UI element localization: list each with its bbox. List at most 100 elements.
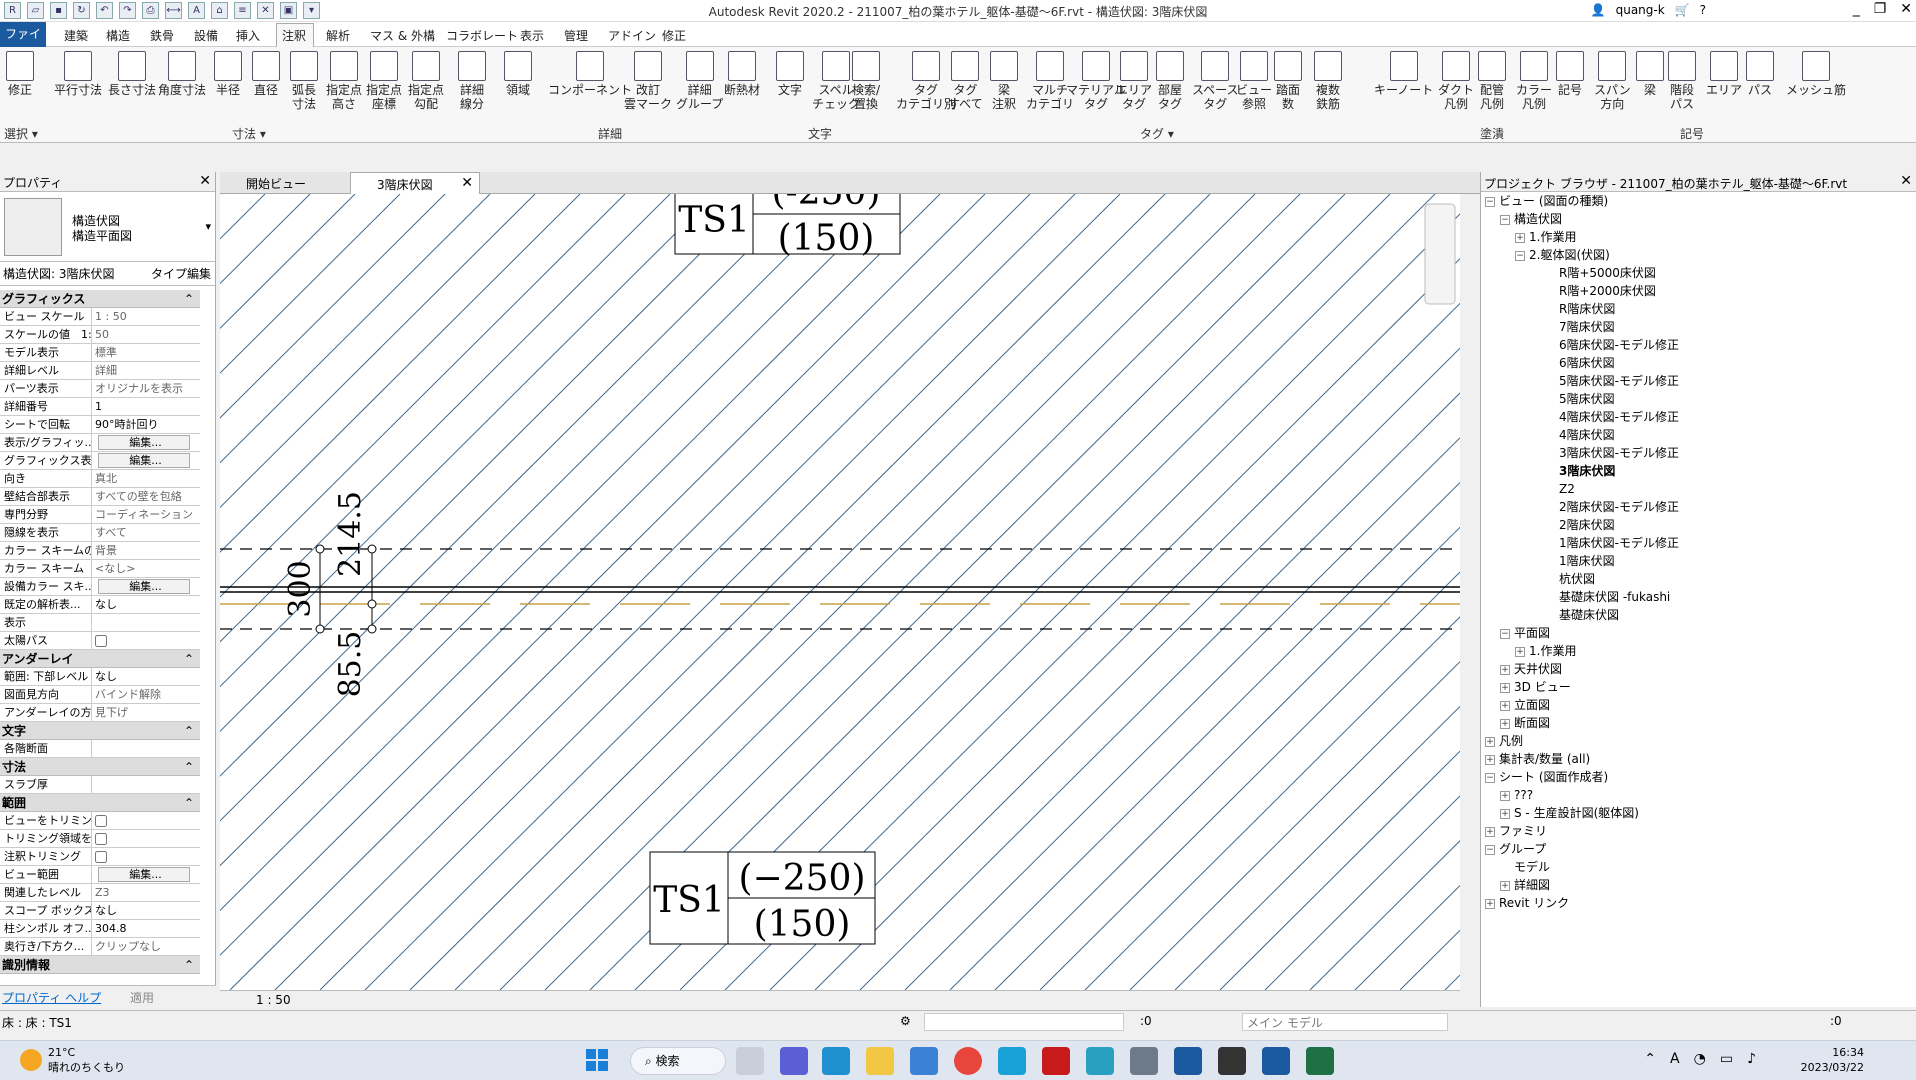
type-selector[interactable]: 構造伏図 構造平面図 ▾ [0, 192, 215, 262]
expand-icon[interactable]: + [1515, 232, 1525, 243]
ribbon-button-39[interactable]: パス [1746, 51, 1774, 97]
property-value[interactable]: 50 [92, 326, 200, 343]
edit-button[interactable]: 編集... [98, 579, 190, 594]
revit-logo-icon[interactable]: R [4, 2, 21, 19]
tree-item[interactable]: R階+2000床伏図 [1485, 282, 1679, 300]
save-icon[interactable]: ▪ [50, 2, 67, 19]
tree-item[interactable]: R階床伏図 [1485, 300, 1679, 318]
slab-tag-bottom[interactable]: TS1 (−250) (150) [649, 851, 876, 945]
design-option-selector[interactable]: メイン モデル [1242, 1013, 1448, 1031]
ribbon-button-2[interactable]: 長さ寸法 [108, 51, 156, 97]
tree-item[interactable]: +1.作業用 [1485, 228, 1679, 246]
tab-addins[interactable]: アドイン [608, 27, 656, 44]
chevron-up-icon[interactable]: ⌃ [1644, 1051, 1656, 1067]
expand-icon[interactable]: + [1500, 700, 1510, 711]
property-section[interactable]: 範囲 [0, 794, 200, 812]
minimize-button[interactable]: _ [1853, 1, 1860, 17]
tree-item[interactable]: + 立面図 [1485, 696, 1679, 714]
expand-icon[interactable]: + [1485, 898, 1495, 909]
property-section[interactable]: アンダーレイ [0, 650, 200, 668]
tree-item[interactable]: 5階床伏図-モデル修正 [1485, 372, 1679, 390]
revit-2-icon[interactable] [1262, 1047, 1290, 1075]
property-value[interactable]: 詳細 [92, 362, 200, 379]
file-explorer-icon[interactable] [866, 1047, 894, 1075]
undo-icon[interactable]: ↶ [96, 2, 113, 19]
tree-item[interactable]: + 天井伏図 [1485, 660, 1679, 678]
ribbon-button-29[interactable]: 複数 鉄筋 [1314, 51, 1342, 111]
ribbon-button-9[interactable]: 指定点 勾配 [408, 51, 444, 111]
excel-icon[interactable] [1306, 1047, 1334, 1075]
task-view-icon[interactable] [736, 1047, 764, 1075]
chevron-down-icon[interactable]: ▾ [205, 220, 211, 233]
property-value[interactable]: <なし> [92, 560, 200, 577]
tab-analyze[interactable]: 解析 [326, 27, 350, 44]
property-value[interactable]: バインド解除 [92, 686, 200, 703]
ribbon-button-36[interactable]: 梁 [1636, 51, 1664, 97]
tab-collaborate[interactable]: コラボレート [446, 27, 518, 44]
3d-view-icon[interactable]: ⌂ [211, 2, 228, 19]
ribbon-button-16[interactable]: 文字 [776, 51, 804, 97]
taskbar-search[interactable]: ⌕ 検索 [630, 1047, 726, 1075]
switch-windows-icon[interactable]: ▣ [280, 2, 297, 19]
revit-icon[interactable] [1174, 1047, 1202, 1075]
navigation-bar[interactable] [1424, 203, 1456, 305]
collapse-icon[interactable]: − [1515, 250, 1525, 261]
ribbon-button-10[interactable]: 詳細 線分 [458, 51, 486, 111]
ribbon-button-37[interactable]: 階段 パス [1668, 51, 1696, 111]
tree-item[interactable]: + ファミリ [1485, 822, 1679, 840]
ribbon-button-28[interactable]: 踏面数 [1274, 51, 1302, 111]
tab-steel[interactable]: 鉄骨 [150, 27, 174, 44]
clock[interactable]: 16:34 2023/03/22 [1801, 1045, 1864, 1075]
tree-item[interactable]: − 構造伏図 [1485, 210, 1679, 228]
tab-view[interactable]: 表示 [520, 27, 544, 44]
dimension-85-5[interactable]: 85.5 [333, 631, 368, 698]
property-value[interactable]: なし [92, 596, 200, 613]
ribbon-button-13[interactable]: 改訂 雲マーク [624, 51, 672, 111]
tree-item[interactable]: 2階床伏図-モデル修正 [1485, 498, 1679, 516]
edit-type-button[interactable]: タイプ編集 [151, 265, 211, 282]
ribbon-button-18[interactable]: 検索/置換 [852, 51, 880, 111]
tree-item[interactable]: 3階床伏図-モデル修正 [1485, 444, 1679, 462]
property-value[interactable]: クリップなし [92, 938, 200, 955]
user-name[interactable]: quang-k [1616, 3, 1665, 17]
tree-item[interactable]: + Revit リンク [1485, 894, 1679, 912]
ime-icon[interactable]: A [1670, 1051, 1680, 1067]
edge-dev-icon[interactable] [1086, 1047, 1114, 1075]
tab-modify[interactable]: 修正 [662, 27, 686, 44]
chrome-icon[interactable] [954, 1047, 982, 1075]
tab-architecture[interactable]: 建築 [64, 27, 88, 44]
property-value[interactable]: なし [92, 668, 200, 685]
thin-lines-icon[interactable]: ≡ [234, 2, 251, 19]
close-icon[interactable]: ✕ [461, 175, 473, 191]
ribbon-button-1[interactable]: 平行寸法 [54, 51, 102, 97]
expand-icon[interactable]: + [1500, 790, 1510, 801]
property-value[interactable]: コーディネーション [92, 506, 200, 523]
slab-tag-top[interactable]: TS1 (-250) (150) [674, 194, 901, 259]
edit-button[interactable]: 編集... [98, 867, 190, 882]
property-value[interactable]: なし [92, 902, 200, 919]
tree-item[interactable]: モデル [1485, 858, 1679, 876]
ribbon-button-3[interactable]: 角度寸法 [158, 51, 206, 97]
tree-item[interactable]: 基礎床伏図 -fukashi [1485, 588, 1679, 606]
tree-item[interactable]: 2階床伏図 [1485, 516, 1679, 534]
store-icon[interactable] [910, 1047, 938, 1075]
ribbon-button-31[interactable]: ダクト 凡例 [1438, 51, 1474, 111]
property-value[interactable]: 1 : 50 [92, 308, 200, 325]
text-icon[interactable]: A [188, 2, 205, 19]
tab-start-view[interactable]: 開始ビュー [220, 172, 350, 194]
property-value[interactable]: 90°時計回り [92, 416, 200, 433]
ribbon-button-33[interactable]: カラー 凡例 [1516, 51, 1552, 111]
property-value[interactable]: 標準 [92, 344, 200, 361]
tree-item[interactable]: − グループ [1485, 840, 1679, 858]
ribbon-button-7[interactable]: 指定点 高さ [326, 51, 362, 111]
expand-icon[interactable]: + [1500, 718, 1510, 729]
collapse-icon[interactable]: − [1485, 772, 1495, 783]
expand-icon[interactable]: + [1485, 754, 1495, 765]
ribbon-button-40[interactable]: メッシュ筋 [1786, 51, 1846, 97]
tree-item[interactable]: 基礎床伏図 [1485, 606, 1679, 624]
property-checkbox[interactable] [92, 848, 200, 865]
sync-icon[interactable]: ↻ [73, 2, 90, 19]
tree-item[interactable]: 4階床伏図-モデル修正 [1485, 408, 1679, 426]
ribbon-button-5[interactable]: 直径 [252, 51, 280, 97]
property-section[interactable]: グラフィックス [0, 290, 200, 308]
